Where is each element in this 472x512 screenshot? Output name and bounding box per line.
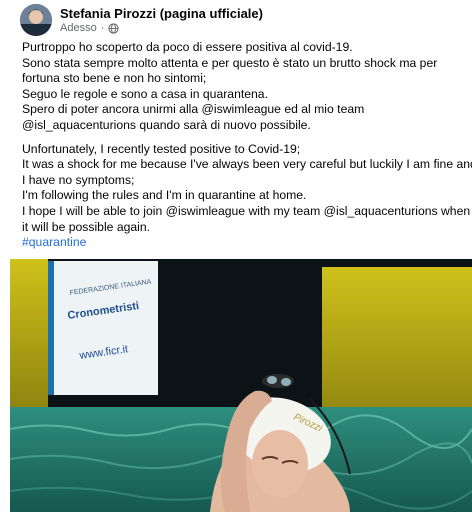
post-timestamp[interactable]: Adesso — [60, 22, 97, 34]
text-line-it: fortuna sto bene e non ho sintomi; — [22, 71, 207, 86]
post-header: Stefania Pirozzi (pagina ufficiale) Ades… — [10, 4, 462, 36]
text-line-en: I have no symptoms; — [22, 172, 135, 187]
meta-separator: · — [100, 22, 105, 34]
text-line-it: Sono stata sempre molto attenta e per qu… — [22, 55, 438, 70]
text-line-it: Seguo le regole e sono a casa in quarant… — [22, 86, 268, 101]
globe-icon[interactable] — [108, 22, 120, 34]
text-line-it: Spero di poter ancora unirmi alla @iswim… — [22, 102, 365, 117]
text-line-en: Unfortunately, I recently tested positiv… — [22, 141, 301, 156]
post-photo[interactable]: FEDERAZIONE ITALIANA Cronometristi www.f… — [10, 259, 472, 512]
text-line-en: I'm following the rules and I'm in quara… — [22, 188, 307, 203]
hashtag-link[interactable]: #quarantine — [22, 235, 86, 249]
text-line-en: It was a shock for me because I've alway… — [22, 157, 472, 172]
author-name[interactable]: Stefania Pirozzi (pagina ufficiale) — [60, 6, 263, 21]
text-line-it: Purtroppo ho scoperto da poco di essere … — [22, 40, 353, 54]
text-line-it: @isl_aquacenturions quando sarà di nuovo… — [22, 117, 311, 132]
post-text: Purtroppo ho scoperto da poco di essere … — [22, 40, 472, 235]
text-line-en: it will be possible again. — [22, 219, 151, 234]
avatar[interactable] — [20, 4, 52, 36]
post-meta: Adesso · — [60, 22, 120, 34]
post-card: Stefania Pirozzi (pagina ufficiale) Ades… — [0, 0, 472, 512]
text-line-en: I hope I will be able to join @iswimleag… — [22, 203, 471, 218]
